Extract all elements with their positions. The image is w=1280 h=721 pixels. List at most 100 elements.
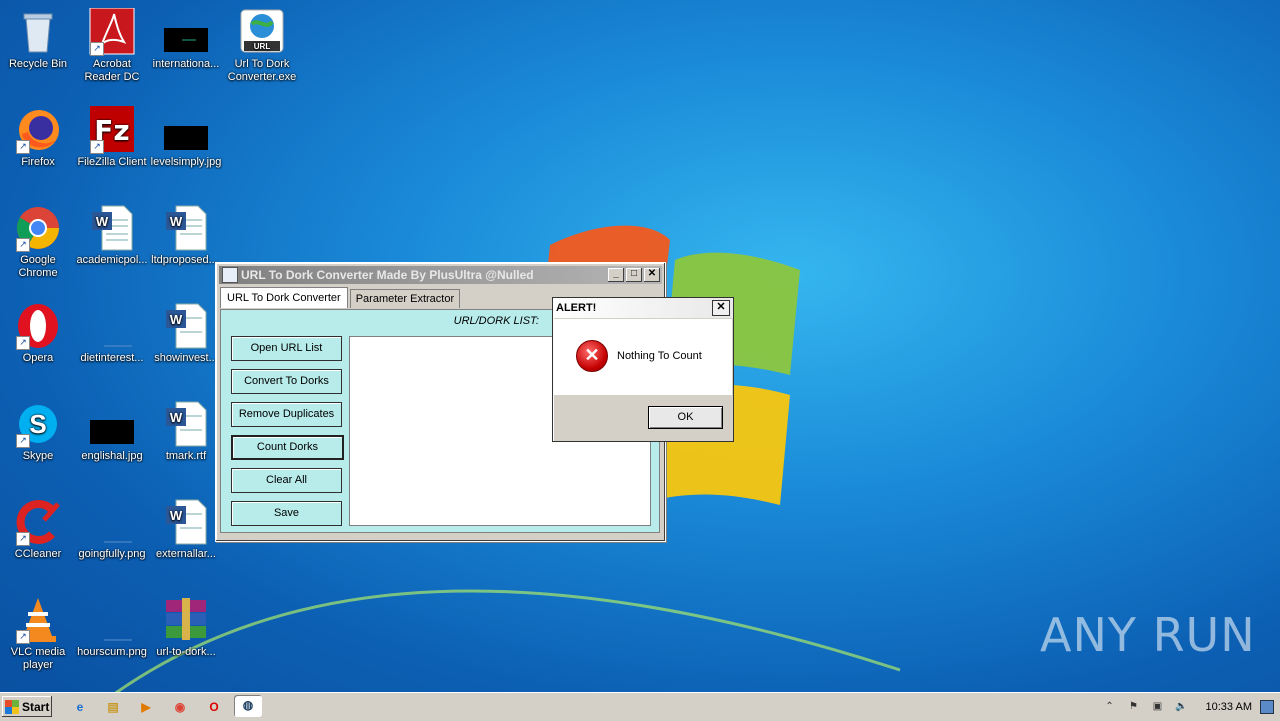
desktop-icon-acrobat[interactable]: ↗ Acrobat Reader DC bbox=[74, 7, 150, 84]
desktop-icon-label: externallar... bbox=[156, 548, 216, 560]
blank-file-icon bbox=[88, 302, 136, 350]
desktop-icon-filezilla[interactable]: Fz ↗ FileZilla Client bbox=[74, 106, 150, 169]
desktop-icon-label: academicpol... bbox=[76, 254, 148, 266]
error-icon: ✕ bbox=[576, 340, 608, 372]
desktop-icon-url-to-dork-archive[interactable]: url-to-dork... bbox=[148, 596, 224, 659]
opera-taskbar-icon[interactable]: O bbox=[204, 697, 224, 717]
tray-expand-icon[interactable]: ⌃ bbox=[1103, 700, 1117, 714]
desktop-icon-showinvest[interactable]: W showinvest... bbox=[148, 302, 224, 365]
shortcut-arrow-icon: ↗ bbox=[16, 434, 30, 448]
shortcut-arrow-icon: ↗ bbox=[16, 140, 30, 154]
shortcut-arrow-icon: ↗ bbox=[16, 630, 30, 644]
close-button[interactable]: ✕ bbox=[644, 268, 660, 282]
desktop-icon-label: VLC media player bbox=[10, 646, 66, 671]
desktop-icon-label: Recycle Bin bbox=[8, 58, 68, 70]
chrome-taskbar-icon[interactable]: ◉ bbox=[170, 697, 190, 717]
desktop-icon-dietinterest[interactable]: dietinterest... bbox=[74, 302, 150, 365]
tab-url-to-dork-converter[interactable]: URL To Dork Converter bbox=[220, 287, 348, 308]
winrar-archive-icon bbox=[162, 596, 210, 644]
desktop-icon-recycle-bin[interactable]: Recycle Bin bbox=[0, 8, 76, 71]
desktop-icon-goingfully[interactable]: goingfully.png bbox=[74, 498, 150, 561]
alert-titlebar[interactable]: ALERT! ✕ bbox=[553, 298, 733, 318]
acrobat-icon: ↗ bbox=[88, 7, 136, 56]
desktop-icon-externallar[interactable]: W externallar... bbox=[148, 498, 224, 561]
minimize-button[interactable]: _ bbox=[608, 268, 624, 282]
remove-duplicates-button[interactable]: Remove Duplicates bbox=[231, 402, 342, 427]
desktop-icon-url-to-dork-exe[interactable]: URL Url To Dork Converter.exe bbox=[224, 8, 300, 84]
url-dork-list-label: URL/DORK LIST: bbox=[453, 315, 539, 327]
taskbar: Start e ▤ ▶ ◉ O ◍ ⌃ ⚑ ▣ 🔈 10:33 AM bbox=[0, 692, 1280, 721]
maximize-button[interactable]: □ bbox=[626, 268, 642, 282]
tab-strip: URL To Dork Converter Parameter Extracto… bbox=[220, 287, 462, 308]
alert-dialog[interactable]: ALERT! ✕ ✕ Nothing To Count OK bbox=[552, 297, 734, 442]
desktop-icon-opera[interactable]: ↗ Opera bbox=[0, 302, 76, 365]
alert-close-button[interactable]: ✕ bbox=[712, 300, 730, 316]
window-titlebar[interactable]: URL To Dork Converter Made By PlusUltra … bbox=[219, 266, 662, 284]
desktop-icon-label: Google Chrome bbox=[18, 254, 58, 279]
desktop-icon-label: hourscum.png bbox=[77, 646, 147, 658]
url-to-dork-taskbar-icon[interactable]: ◍ bbox=[234, 695, 262, 717]
word-document-icon: W bbox=[162, 400, 210, 448]
media-player-icon[interactable]: ▶ bbox=[136, 697, 156, 717]
action-center-flag-icon[interactable]: ⚑ bbox=[1127, 700, 1141, 714]
desktop-icon-label: levelsimply.jpg bbox=[150, 156, 222, 168]
svg-text:W: W bbox=[170, 312, 183, 327]
count-dorks-button[interactable]: Count Dorks bbox=[231, 435, 344, 460]
desktop-icon-ccleaner[interactable]: ↗ CCleaner bbox=[0, 498, 76, 561]
app-icon bbox=[222, 267, 238, 283]
image-thumbnail-icon bbox=[162, 106, 210, 154]
convert-to-dorks-button[interactable]: Convert To Dorks bbox=[231, 369, 342, 394]
desktop-icon-international[interactable]: internationa... bbox=[148, 8, 224, 71]
desktop-icon-levelsimply[interactable]: levelsimply.jpg bbox=[148, 106, 224, 169]
internet-explorer-icon[interactable]: e bbox=[70, 697, 90, 717]
open-url-list-button[interactable]: Open URL List bbox=[231, 336, 342, 361]
desktop-icon-vlc[interactable]: ↗ VLC media player bbox=[0, 596, 76, 672]
ok-button[interactable]: OK bbox=[648, 406, 723, 429]
desktop-icon-firefox[interactable]: ↗ Firefox bbox=[0, 106, 76, 169]
save-button[interactable]: Save bbox=[231, 501, 342, 526]
alert-message: Nothing To Count bbox=[617, 350, 702, 362]
start-button[interactable]: Start bbox=[2, 696, 52, 717]
desktop-icon-label: internationa... bbox=[152, 58, 220, 70]
shortcut-arrow-icon: ↗ bbox=[16, 532, 30, 546]
svg-text:W: W bbox=[96, 214, 109, 229]
desktop-icon-label: Opera bbox=[22, 352, 54, 364]
svg-text:S: S bbox=[29, 409, 46, 439]
desktop-icon-label: url-to-dork... bbox=[156, 646, 216, 658]
ccleaner-icon: ↗ bbox=[14, 498, 62, 546]
desktop-icon-hourscum[interactable]: hourscum.png bbox=[74, 596, 150, 659]
desktop-icon-label: Firefox bbox=[21, 156, 55, 168]
desktop-icon-label: CCleaner bbox=[14, 548, 62, 560]
clock[interactable]: 10:33 AM bbox=[1206, 701, 1252, 713]
svg-text:W: W bbox=[170, 214, 183, 229]
volume-icon[interactable]: 🔈 bbox=[1175, 700, 1189, 714]
anyrun-watermark: ANY RUN bbox=[1040, 608, 1256, 662]
blank-file-icon bbox=[88, 498, 136, 546]
system-tray: ⌃ ⚑ ▣ 🔈 10:33 AM bbox=[1098, 695, 1280, 718]
desktop-icon-chrome[interactable]: ↗ Google Chrome bbox=[0, 204, 76, 280]
file-explorer-icon[interactable]: ▤ bbox=[103, 697, 123, 717]
window-title: URL To Dork Converter Made By PlusUltra … bbox=[241, 268, 534, 282]
tab-parameter-extractor[interactable]: Parameter Extractor bbox=[349, 289, 461, 308]
desktop-icon-skype[interactable]: S ↗ Skype bbox=[0, 400, 76, 463]
desktop-icon-tmark[interactable]: W tmark.rtf bbox=[148, 400, 224, 463]
firefox-icon: ↗ bbox=[14, 106, 62, 154]
start-label: Start bbox=[22, 699, 50, 714]
word-document-icon: W bbox=[88, 204, 136, 252]
svg-text:URL: URL bbox=[254, 42, 271, 51]
recycle-bin-icon bbox=[14, 8, 62, 56]
word-document-icon: W bbox=[162, 498, 210, 546]
network-icon[interactable]: ▣ bbox=[1151, 700, 1165, 714]
chrome-icon: ↗ bbox=[14, 204, 62, 252]
desktop-icon-label: Acrobat Reader DC bbox=[84, 58, 140, 83]
clear-all-button[interactable]: Clear All bbox=[231, 468, 342, 493]
desktop-icon-academicpol[interactable]: W academicpol... bbox=[74, 204, 150, 267]
show-desktop-icon[interactable] bbox=[1260, 699, 1274, 714]
word-document-icon: W bbox=[162, 302, 210, 350]
url-globe-icon: URL bbox=[238, 8, 286, 56]
blank-file-icon bbox=[88, 596, 136, 644]
desktop-icon-label: goingfully.png bbox=[78, 548, 146, 560]
desktop-icon-label: FileZilla Client bbox=[77, 156, 147, 168]
desktop-icon-englishal[interactable]: englishal.jpg bbox=[74, 400, 150, 463]
desktop-icon-ltdproposed[interactable]: W ltdproposed.... bbox=[148, 204, 224, 267]
